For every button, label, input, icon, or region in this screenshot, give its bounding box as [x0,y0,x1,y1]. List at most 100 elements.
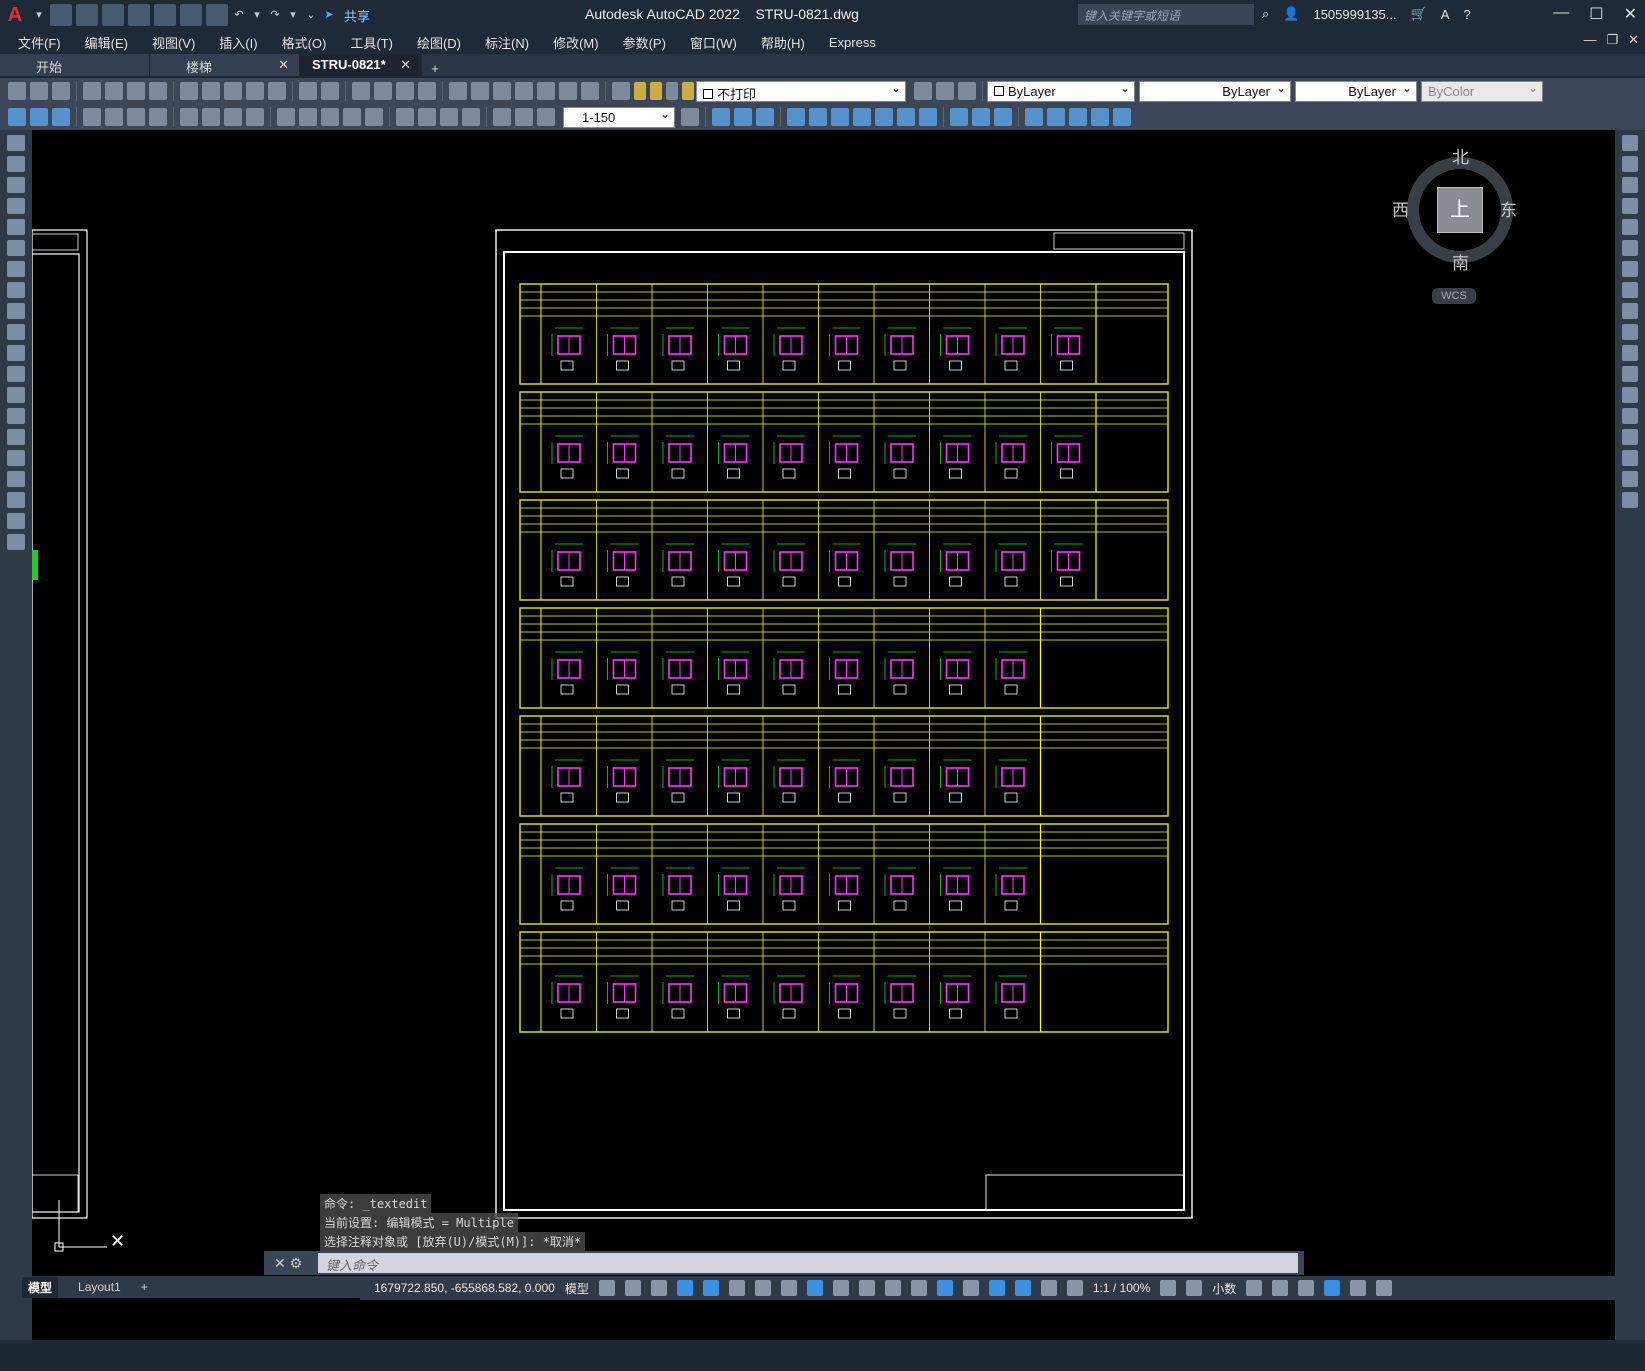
sheet-set-icon[interactable] [515,82,533,100]
layer-lock-icon[interactable] [682,82,694,100]
doc-restore-icon[interactable]: ❐ [1606,32,1618,48]
join-icon[interactable] [1622,408,1638,424]
selection-filter-icon[interactable] [962,1280,979,1296]
offset-icon[interactable] [1622,198,1638,214]
radius-dim-icon[interactable] [180,108,198,126]
infer-constraints-icon[interactable] [650,1280,667,1296]
gradient-icon[interactable] [7,450,25,466]
open-icon[interactable] [30,82,48,100]
workspace-gear-icon[interactable] [1160,1280,1177,1296]
tolerance-icon[interactable] [396,108,414,126]
ellipse-icon[interactable] [7,324,25,340]
array-icon[interactable] [1622,219,1638,235]
polar-icon[interactable] [728,1280,745,1296]
layer-on-bulb-icon[interactable] [634,82,646,100]
markup-icon[interactable] [537,82,555,100]
zoom-previous-icon[interactable] [418,82,436,100]
linetype-dropdown[interactable]: ByLayer [1139,80,1291,102]
units-value[interactable]: 小数 [1212,1280,1236,1297]
pan-icon[interactable] [352,82,370,100]
lock-ui-icon[interactable] [1272,1280,1289,1296]
ortho-icon[interactable] [702,1280,719,1296]
circle-icon[interactable] [7,261,25,277]
object-snap-icon[interactable] [806,1280,823,1296]
extend-icon[interactable] [950,108,968,126]
viewcube-top-face[interactable]: 上 [1437,187,1483,233]
construction-line-icon[interactable] [7,156,25,172]
move-icon[interactable] [1622,240,1638,256]
layer-vp-freeze-icon[interactable] [666,82,678,100]
plot-preview-icon[interactable] [180,4,202,26]
doc-minimize-icon[interactable]: — [1583,32,1596,48]
compass-south[interactable]: 南 [1452,249,1469,274]
dim-edit-icon[interactable] [493,108,511,126]
menu-file[interactable]: 文件(F) [18,33,73,52]
user-name[interactable]: 1505999135... [1313,7,1396,22]
dynamic-ucs-icon[interactable] [936,1280,953,1296]
menu-draw[interactable]: 绘图(D) [417,33,473,52]
quickcalc-icon[interactable] [559,82,577,100]
dynamic-input-icon[interactable] [676,1280,693,1296]
redo-icon[interactable]: ↷ [268,4,282,26]
rotate-icon[interactable] [756,108,774,126]
jogged-dim-icon[interactable] [202,108,220,126]
polyline-icon[interactable] [7,177,25,193]
offset-icon[interactable] [809,108,827,126]
blend-icon[interactable] [1069,108,1087,126]
menu-help[interactable]: 帮助(H) [761,33,817,52]
inspection-icon[interactable] [440,108,458,126]
erase-icon[interactable] [1622,135,1638,151]
auto-scale-icon[interactable] [1040,1280,1057,1296]
chamfer-icon[interactable] [1622,429,1638,445]
array-icon[interactable] [831,108,849,126]
export-icon[interactable] [154,4,176,26]
cart-icon[interactable]: 🛒 [1411,6,1427,22]
layer-dropdown[interactable]: 不打印 [696,80,906,102]
menu-dimension[interactable]: 标注(N) [485,33,541,52]
scale-icon[interactable] [1622,282,1638,298]
share-icon[interactable]: ➤ [322,4,336,26]
layout1-tab[interactable]: Layout1 [78,1280,121,1294]
wcs-menu[interactable]: WCS [1432,288,1476,304]
line-icon[interactable] [7,135,25,151]
move-icon[interactable] [712,108,730,126]
save-icon[interactable] [102,4,124,26]
model-space-button[interactable]: 模型 [565,1280,589,1297]
quick-dim-icon[interactable] [277,108,295,126]
ellipse-arc-icon[interactable] [7,345,25,361]
open-file-icon[interactable] [76,4,98,26]
menu-format[interactable]: 格式(O) [282,33,339,52]
text-style-icon[interactable] [8,108,26,126]
extend-icon[interactable] [1622,345,1638,361]
lineweight-icon[interactable] [832,1280,849,1296]
save-as-icon[interactable] [128,4,150,26]
region-icon[interactable] [7,471,25,487]
aligned-dim-icon[interactable] [105,108,123,126]
save-icon[interactable] [52,82,70,100]
block-editor-icon[interactable] [268,82,286,100]
close-icon[interactable]: ✕ [1624,4,1637,24]
cut-icon[interactable] [180,82,198,100]
minimize-icon[interactable]: — [1553,4,1569,24]
menu-view[interactable]: 视图(V) [152,33,207,52]
dim-text-edit-icon[interactable] [515,108,533,126]
ordinate-dim-icon[interactable] [149,108,167,126]
tab-stru-0821[interactable]: STRU-0821* ✕ [300,54,422,76]
table-style-icon[interactable] [52,108,70,126]
gizmo-icon[interactable] [988,1280,1005,1296]
fillet-icon[interactable] [1047,108,1065,126]
menu-parametric[interactable]: 参数(P) [623,33,678,52]
properties-icon[interactable] [449,82,467,100]
customize-qat-icon[interactable]: ⌄ [304,4,318,26]
menu-window[interactable]: 窗口(W) [690,33,749,52]
explode-icon[interactable] [1091,108,1109,126]
share-button[interactable]: 共享 [344,6,370,25]
isolate-objects-icon[interactable] [1298,1280,1315,1296]
compass-east[interactable]: 东 [1500,196,1517,221]
dim-scale-dropdown[interactable]: 1-150 [563,106,675,128]
baseline-dim-icon[interactable] [299,108,317,126]
user-icon[interactable]: 👤 [1283,6,1299,22]
print-icon[interactable] [206,4,228,26]
dim-style-icon[interactable] [30,108,48,126]
make-block-icon[interactable] [7,387,25,403]
